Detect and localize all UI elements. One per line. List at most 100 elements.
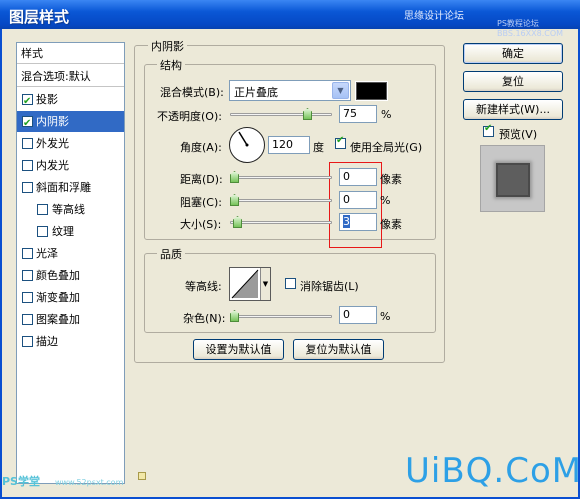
- checkbox[interactable]: [22, 292, 33, 303]
- watermark-bottom-left: PS学堂: [2, 475, 40, 488]
- noise-slider[interactable]: [230, 310, 332, 322]
- sidebar-item-label: 内阴影: [36, 115, 69, 128]
- global-light-checkbox[interactable]: [335, 135, 346, 149]
- sidebar-item-label: 渐变叠加: [36, 291, 80, 304]
- chevron-down-icon: ▼: [332, 82, 349, 99]
- window-title: 图层样式: [9, 8, 70, 26]
- opacity-slider[interactable]: [230, 108, 332, 120]
- distance-unit: 像素: [380, 173, 402, 186]
- angle-dial[interactable]: [229, 127, 265, 163]
- size-value: 3: [343, 215, 350, 228]
- angle-unit: 度: [313, 141, 324, 154]
- style-preview: [480, 145, 545, 212]
- sidebar-item-pattern-overlay[interactable]: 图案叠加: [17, 309, 124, 330]
- watermark-bottom-right: UiBQ.CoM: [405, 451, 580, 491]
- sidebar-item-label: 样式: [21, 47, 43, 60]
- distance-input[interactable]: 0: [339, 168, 377, 186]
- slider-thumb[interactable]: [233, 216, 242, 228]
- set-default-button[interactable]: 设置为默认值: [193, 339, 284, 360]
- structure-title: 结构: [157, 57, 185, 73]
- preview-checkbox[interactable]: [483, 123, 494, 137]
- noise-label: 杂色(N):: [183, 312, 226, 325]
- blend-mode-label: 混合模式(B):: [160, 86, 224, 99]
- slider-thumb[interactable]: [230, 171, 239, 183]
- sidebar-item-outer-glow[interactable]: 外发光: [17, 133, 124, 154]
- sidebar-item-contour[interactable]: 等高线: [17, 199, 124, 220]
- checkbox[interactable]: [22, 182, 33, 193]
- sidebar-item-satin[interactable]: 光泽: [17, 243, 124, 264]
- sidebar-item-gradient-overlay[interactable]: 渐变叠加: [17, 287, 124, 308]
- sidebar-item-label: 描边: [36, 335, 58, 348]
- sidebar-item-label: 混合选项:默认: [21, 70, 91, 83]
- sidebar-item-inner-shadow[interactable]: 内阴影: [17, 111, 124, 134]
- sidebar-item-color-overlay[interactable]: 颜色叠加: [17, 265, 124, 286]
- checkbox[interactable]: [22, 314, 33, 325]
- blend-mode-select[interactable]: 正片叠底 ▼: [229, 80, 351, 101]
- size-unit: 像素: [380, 218, 402, 231]
- watermark-bottom-left-url: www.52psxt.com: [55, 478, 124, 487]
- title-bar: 图层样式 思缘设计论坛 PS教程论坛 BBS.16XX8.COM: [0, 0, 580, 38]
- checkbox[interactable]: [22, 248, 33, 259]
- sidebar-item-label: 投影: [36, 93, 58, 106]
- contour-curve-icon: [231, 269, 259, 299]
- sidebar-item-stroke[interactable]: 描边: [17, 331, 124, 352]
- opacity-label: 不透明度(O):: [157, 110, 222, 123]
- size-input[interactable]: 3: [339, 213, 377, 231]
- noise-input[interactable]: 0: [339, 306, 377, 324]
- sidebar-item-label: 外发光: [36, 137, 69, 150]
- shadow-color-swatch[interactable]: [355, 81, 388, 101]
- reset-button[interactable]: 复位: [463, 71, 563, 92]
- ok-button[interactable]: 确定: [463, 43, 563, 64]
- quality-title: 品质: [157, 246, 185, 262]
- choke-unit: %: [380, 194, 391, 207]
- anti-alias-checkbox[interactable]: [285, 278, 296, 289]
- sidebar-item-label: 图案叠加: [36, 313, 80, 326]
- sidebar-item-label: 斜面和浮雕: [36, 181, 91, 194]
- sidebar-item-label: 光泽: [36, 247, 58, 260]
- choke-input[interactable]: 0: [339, 191, 377, 209]
- watermark-text: 思缘设计论坛: [404, 11, 464, 22]
- opacity-unit: %: [381, 108, 392, 121]
- checkbox[interactable]: [37, 226, 48, 237]
- inner-shadow-title: 内阴影: [148, 38, 187, 54]
- sidebar-item-label: 内发光: [36, 159, 69, 172]
- size-slider[interactable]: [230, 216, 332, 228]
- reset-default-button[interactable]: 复位为默认值: [293, 339, 384, 360]
- checkbox[interactable]: [22, 336, 33, 347]
- contour-picker[interactable]: ▼: [229, 267, 271, 301]
- contour-label: 等高线:: [185, 280, 222, 293]
- blend-mode-value: 正片叠底: [234, 86, 278, 99]
- checkbox[interactable]: [22, 270, 33, 281]
- sidebar-item-inner-glow[interactable]: 内发光: [17, 155, 124, 176]
- angle-label: 角度(A):: [180, 141, 222, 154]
- slider-thumb[interactable]: [230, 310, 239, 322]
- checkbox[interactable]: [22, 160, 33, 171]
- checkbox[interactable]: [37, 204, 48, 215]
- sidebar-item-styles[interactable]: 样式: [17, 43, 124, 64]
- noise-unit: %: [380, 310, 391, 323]
- sidebar-item-texture[interactable]: 纹理: [17, 221, 124, 242]
- global-light-label: 使用全局光(G): [350, 141, 423, 154]
- distance-slider[interactable]: [230, 171, 332, 183]
- slider-thumb[interactable]: [303, 108, 312, 120]
- sidebar-item-label: 等高线: [52, 203, 85, 216]
- distance-label: 距离(D):: [180, 173, 223, 186]
- choke-slider[interactable]: [230, 194, 332, 206]
- angle-input[interactable]: 120: [268, 136, 310, 154]
- sidebar-item-drop-shadow[interactable]: 投影: [17, 89, 124, 112]
- checkbox[interactable]: [22, 138, 33, 149]
- resize-grip-icon[interactable]: [138, 472, 146, 480]
- checkbox[interactable]: [22, 91, 33, 112]
- anti-alias-label: 消除锯齿(L): [300, 280, 359, 293]
- size-label: 大小(S):: [180, 218, 222, 231]
- preview-label: 预览(V): [499, 128, 538, 141]
- opacity-input[interactable]: 75: [339, 105, 377, 123]
- slider-thumb[interactable]: [230, 194, 239, 206]
- checkbox[interactable]: [22, 113, 33, 134]
- sidebar-item-bevel-emboss[interactable]: 斜面和浮雕: [17, 177, 124, 198]
- sidebar-item-label: 颜色叠加: [36, 269, 80, 282]
- choke-label: 阻塞(C):: [180, 196, 222, 209]
- styles-list: 样式 混合选项:默认 投影 内阴影 外发光 内发光 斜面和浮雕 等高线 纹理 光…: [16, 42, 125, 484]
- sidebar-item-blending-options[interactable]: 混合选项:默认: [17, 66, 124, 87]
- new-style-button[interactable]: 新建样式(W)...: [463, 99, 563, 120]
